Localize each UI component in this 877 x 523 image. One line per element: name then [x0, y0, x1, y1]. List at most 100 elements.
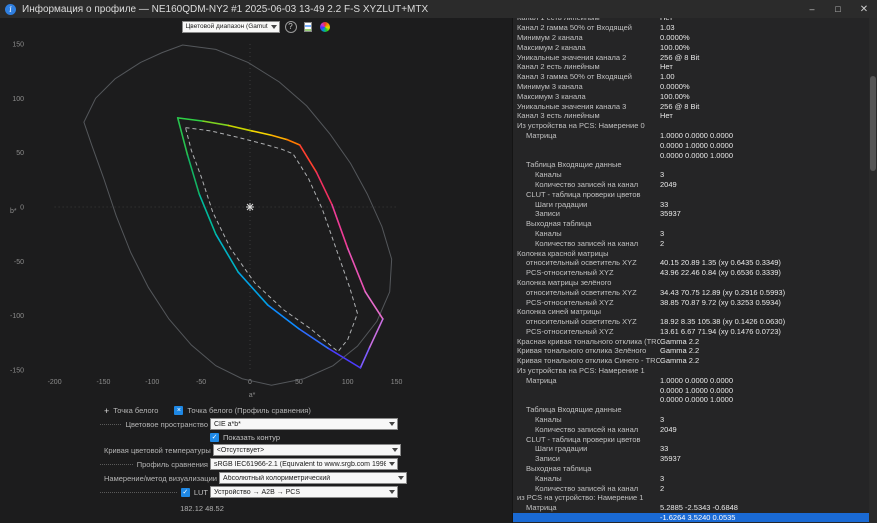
cross-marker-icon[interactable]: ×	[174, 406, 184, 415]
gamut-chart[interactable]: 150100500-50-100-150-200 -150 -100 -50 0 50 10…	[0, 34, 512, 404]
property-row[interactable]: Минимум 3 канала 0.0000%	[513, 82, 869, 92]
rendering-intent-label: Намерение/метод визуализации	[104, 473, 217, 483]
scrollbar-thumb[interactable]	[870, 76, 876, 171]
property-row[interactable]: Канал 2 гамма 50% от Входящей 1.03	[513, 23, 869, 33]
property-label: Канал 2 гамма 50% от Входящей	[517, 23, 632, 33]
property-row[interactable]: Максимум 3 канала 100.00%	[513, 91, 869, 101]
show-outline-checkbox[interactable]: ✓	[210, 432, 219, 442]
property-label: Канал 3 гамма 50% от Входящей	[517, 72, 632, 82]
property-label: Минимум 3 канала	[517, 81, 583, 91]
property-row[interactable]: Канал 3 гамма 50% от Входящей 1.00	[513, 72, 869, 82]
property-row[interactable]: Матрица 1.0000 0.0000 0.0000	[513, 375, 869, 385]
view-selector[interactable]: Цветовой диапазон (Gamut)	[181, 20, 280, 33]
lut-label: ✓ LUT	[0, 487, 210, 497]
y-tick-label: -50	[14, 259, 24, 266]
titlebar[interactable]: i Информация о профиле — NE160QDM-NY2 #1…	[0, 0, 877, 18]
lut-checkbox[interactable]: ✓	[180, 487, 190, 497]
lut-select[interactable]: Устройство → A2B → PCS	[210, 486, 398, 498]
colorspace-row: Цветовое пространство CIE a*b*	[0, 417, 512, 431]
property-row[interactable]: Из устройства на PCS: Намерение 1	[513, 366, 869, 376]
help-icon[interactable]: ?	[284, 20, 297, 33]
property-row[interactable]: Колонка матрицы зелёного	[513, 278, 869, 288]
property-label: Колонка синей матрицы	[517, 307, 602, 317]
property-row[interactable]: Колонка красной матрицы	[513, 248, 869, 258]
comparison-profile-select[interactable]: sRGB IEC61966-2.1 (Equivalent to www.srg…	[210, 458, 398, 470]
temperature-curve-select[interactable]: <Отсутствует>	[212, 444, 401, 456]
display-gamut-outline	[368, 318, 384, 350]
property-row[interactable]: 0.0000 1.0000 0.0000	[513, 140, 869, 150]
property-row[interactable]: Таблица Входящие данные	[513, 405, 869, 415]
property-value: 2049	[660, 179, 677, 189]
property-row[interactable]: Количество записей на канал 2	[513, 238, 869, 248]
close-button[interactable]: ✕	[851, 0, 877, 18]
property-row[interactable]: Канал 3 есть линейным Нет	[513, 111, 869, 121]
minimize-button[interactable]: –	[799, 0, 825, 18]
property-label: Матрица	[526, 375, 557, 385]
property-value: 1.0000 0.0000 0.0000	[660, 130, 733, 140]
property-row[interactable]: Шаги градации 33	[513, 444, 869, 454]
property-row[interactable]: Уникальные значения канала 2 256 @ 8 Bit	[513, 52, 869, 62]
comparison-gamut-outline	[184, 127, 358, 353]
property-row[interactable]: Выходная таблица	[513, 219, 869, 229]
property-label: Красная кривая тонального отклика (TRC)	[517, 336, 660, 346]
view-selector-value: Цветовой диапазон (Gamut)	[185, 23, 268, 30]
property-row[interactable]: Красная кривая тонального отклика (TRC) G…	[513, 336, 869, 346]
property-row[interactable]: Из устройства на PCS: Намерение 0	[513, 121, 869, 131]
rendering-intent-select[interactable]: Абсолютный колориметрический	[218, 472, 407, 484]
colorspace-select[interactable]: CIE a*b*	[210, 418, 398, 430]
property-row[interactable]: Минимум 2 канала 0.0000%	[513, 33, 869, 43]
property-row[interactable]: Каналы 3	[513, 415, 869, 425]
property-row[interactable]: Матрица 5.2885 -2.5343 -0.6848	[513, 503, 869, 513]
property-row[interactable]: Количество записей на канал 2049	[513, 180, 869, 190]
property-row[interactable]: PCS-относительный XYZ 13.61 6.67 71.94 (x…	[513, 327, 869, 337]
property-row[interactable]: из PCS на устройство: Намерение 1	[513, 493, 869, 503]
property-row[interactable]: Колонка синей матрицы	[513, 307, 869, 317]
property-value: 0.0000 1.0000 0.0000	[660, 385, 733, 395]
display-gamut-outline	[198, 193, 217, 235]
property-row[interactable]: 0.0000 0.0000 1.0000	[513, 150, 869, 160]
property-row[interactable]: Канал 1 есть линейнымНет	[513, 18, 869, 23]
property-row[interactable]: Записи 35937	[513, 209, 869, 219]
property-row[interactable]: Шаги градации 33	[513, 199, 869, 209]
property-row[interactable]: CLUT - таблица проверки цветов	[513, 189, 869, 199]
property-label: Каналы	[535, 473, 562, 483]
property-row[interactable]: относительный осветитель XYZ 34.43 70.75 …	[513, 287, 869, 297]
property-label: CLUT - таблица проверки цветов	[526, 189, 641, 199]
property-row[interactable]: Каналы 3	[513, 229, 869, 239]
property-row[interactable]: Кривая тонального отклика Зелёного Gamma …	[513, 346, 869, 356]
property-row[interactable]: CLUT - таблица проверки цветов	[513, 434, 869, 444]
maximize-button[interactable]: □	[825, 0, 851, 18]
property-row[interactable]: Матрица 1.0000 0.0000 0.0000	[513, 131, 869, 141]
property-row[interactable]: Количество записей на канал 2	[513, 483, 869, 493]
property-row[interactable]: относительный осветитель XYZ 40.15 20.89 …	[513, 258, 869, 268]
property-row[interactable]: PCS-относительный XYZ 38.85 70.87 9.72 (x…	[513, 297, 869, 307]
color-wheel-icon[interactable]	[319, 21, 331, 33]
property-row[interactable]: Записи 35937	[513, 454, 869, 464]
property-row[interactable]: Количество записей на канал 2049	[513, 424, 869, 434]
property-row[interactable]: Максимум 2 канала 100.00%	[513, 42, 869, 52]
comparison-profile-row: Профиль сравнения sRGB IEC61966-2.1 (Equ…	[0, 457, 512, 471]
property-row[interactable]: Канал 2 есть линейным Нет	[513, 62, 869, 72]
property-row[interactable]: Кривая тонального отклика Синего - TRC: …	[513, 356, 869, 366]
property-row[interactable]: Каналы 3	[513, 170, 869, 180]
property-row[interactable]: относительный осветитель XYZ 18.92 8.35 1…	[513, 317, 869, 327]
property-value: 3	[660, 228, 665, 238]
display-gamut-outline	[346, 247, 367, 293]
property-label: Из устройства на PCS: Намерение 0	[517, 121, 645, 131]
property-row[interactable]: PCS-относительный XYZ 43.96 22.46 0.84 (x…	[513, 268, 869, 278]
property-label: относительный осветитель XYZ	[526, 317, 637, 327]
property-row[interactable]: 0.0000 1.0000 0.0000	[513, 385, 869, 395]
property-value: 33	[660, 199, 669, 209]
property-value: 35937	[660, 454, 681, 464]
document-icon	[303, 21, 312, 32]
property-row[interactable]: 0.0000 0.0000 1.0000	[513, 395, 869, 405]
property-label: Из устройства на PCS: Намерение 1	[517, 366, 645, 376]
property-row[interactable]: Таблица Входящие данные	[513, 160, 869, 170]
scrollbar[interactable]	[869, 18, 877, 523]
property-row[interactable]: Уникальные значения канала 3 256 @ 8 Bit	[513, 101, 869, 111]
property-row-selected[interactable]: -1.6264 3.5240 0.0535	[513, 512, 869, 523]
measurement-report-icon[interactable]	[302, 21, 314, 33]
property-row[interactable]: Выходная таблица	[513, 464, 869, 474]
property-label: Канал 1 есть линейным	[513, 18, 660, 22]
property-row[interactable]: Каналы 3	[513, 473, 869, 483]
